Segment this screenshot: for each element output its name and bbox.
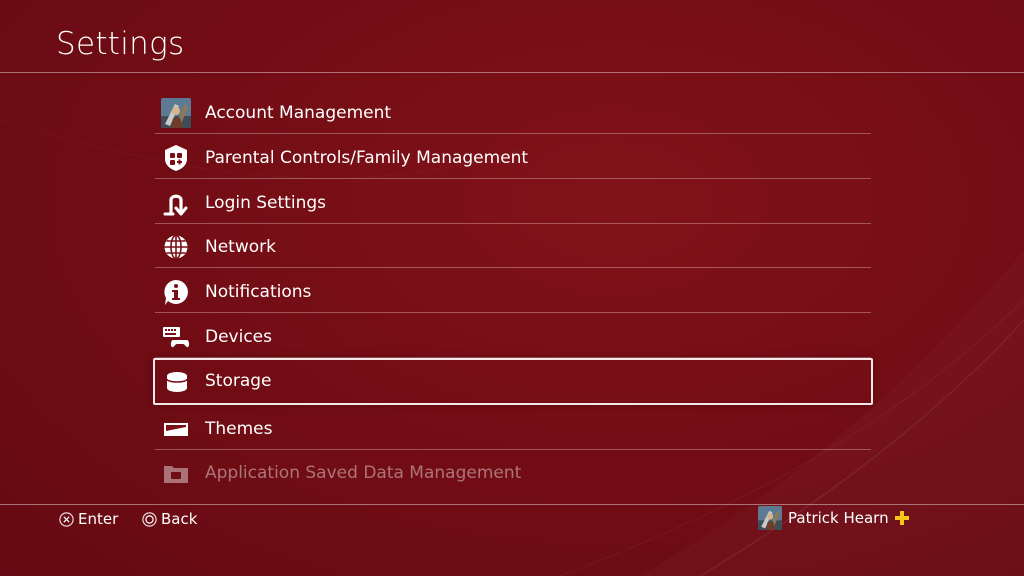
enter-hint: Enter [59,510,118,528]
back-label: Back [161,510,198,528]
login-icon [163,194,188,216]
menu-item-parental-controls[interactable]: Parental Controls/Family Management [155,135,871,179]
info-icon [164,280,188,306]
page-title: Settings [56,26,185,62]
menu-item-themes[interactable]: Themes [155,406,871,450]
menu-item-label: Storage [205,370,272,391]
menu-item-storage[interactable]: Storage [153,357,873,405]
header-divider [0,72,1024,73]
devices-icon [163,326,190,348]
menu-item-label: Themes [205,418,273,439]
menu-item-devices[interactable]: Devices [155,314,871,358]
menu-item-network[interactable]: Network [155,224,871,269]
storage-icon [166,371,188,392]
menu-item-label: Notifications [205,282,312,303]
circle-button-icon [142,511,157,527]
back-hint: Back [142,510,197,528]
user-name: Patrick Hearn [788,509,889,527]
menu-item-label: Login Settings [205,192,326,213]
menu-item-label: Network [205,237,276,258]
globe-icon [164,235,188,260]
saved-data-folder-icon [164,466,188,484]
menu-item-saved-data-management[interactable]: Application Saved Data Management [155,450,871,494]
menu-item-login-settings[interactable]: Login Settings [155,180,871,224]
avatar [758,506,782,530]
user-profile: Patrick Hearn [758,506,909,530]
avatar-icon [161,98,191,128]
menu-item-label: Devices [205,326,272,347]
family-shield-icon [165,144,187,171]
menu-item-label: Parental Controls/Family Management [205,147,529,168]
menu-item-label: Account Management [205,103,392,123]
menu-item-label: Application Saved Data Management [205,463,522,484]
menu-item-notifications[interactable]: Notifications [155,269,871,314]
themes-icon [164,422,188,436]
enter-label: Enter [78,510,119,528]
footer-divider [0,504,1024,505]
menu-item-account-management[interactable]: Account Management [155,90,871,134]
playstation-plus-icon [894,511,909,525]
settings-menu: Account Management Parental Controls/Fam… [153,90,873,495]
cross-button-icon [59,511,74,527]
